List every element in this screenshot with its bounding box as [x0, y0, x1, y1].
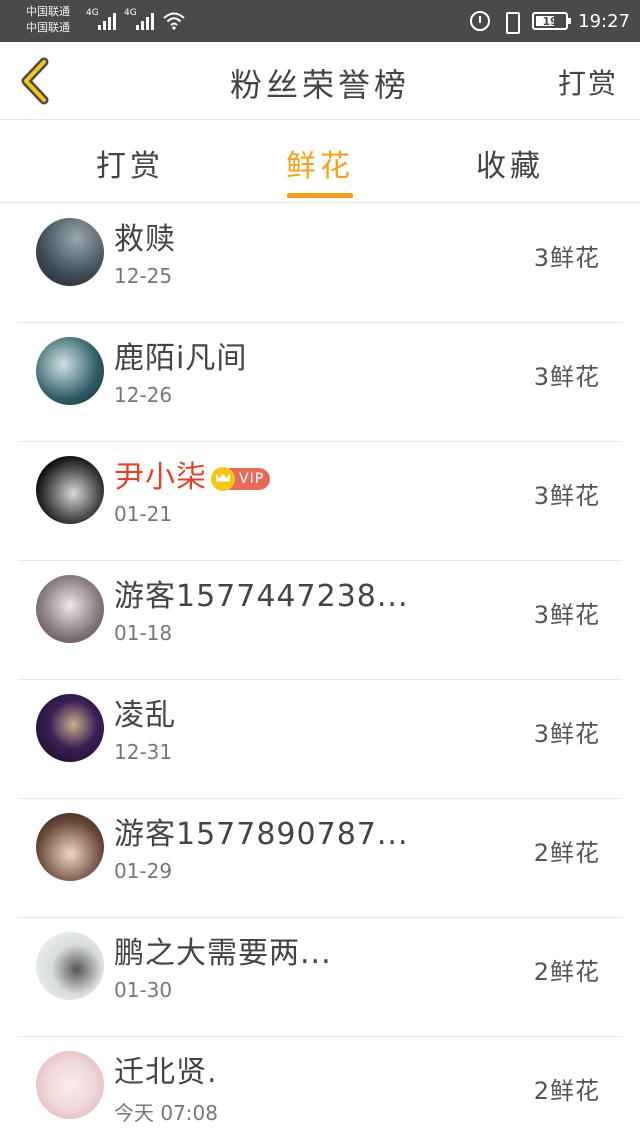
- fan-row[interactable]: 救赎 12-25 3鲜花: [18, 204, 622, 323]
- avatar[interactable]: [36, 694, 104, 762]
- fan-flower-count: 3鲜花: [533, 482, 600, 510]
- fan-name: 凌乱: [114, 698, 176, 733]
- fan-date: 今天 07:08: [114, 1101, 218, 1125]
- fan-name: 迁北贤.: [114, 1055, 218, 1090]
- fan-list: 救赎 12-25 3鲜花 鹿陌i凡间 12-26 3鲜花 尹小柒 VIP 01-2…: [0, 204, 640, 1138]
- fan-date: 12-31: [114, 740, 173, 764]
- network-type-1: 4G: [86, 8, 99, 18]
- fan-flower-count: 2鲜花: [533, 839, 600, 867]
- avatar[interactable]: [36, 575, 104, 643]
- fan-name-vip: 尹小柒 VIP: [114, 452, 271, 496]
- fan-row[interactable]: 凌乱 12-31 3鲜花: [18, 680, 622, 799]
- avatar[interactable]: [36, 337, 104, 405]
- fan-flower-count: 2鲜花: [533, 958, 600, 986]
- crown-icon: [211, 466, 235, 491]
- vibrate-icon: [500, 11, 522, 34]
- nav-bar: 粉丝荣誉榜 打赏: [0, 42, 640, 120]
- avatar[interactable]: [36, 932, 104, 1000]
- tab-reward[interactable]: 打赏: [70, 141, 190, 185]
- carrier-2: 中国联通: [26, 21, 70, 34]
- network-type-2: 4G: [124, 8, 137, 18]
- fan-flower-count: 3鲜花: [533, 720, 600, 748]
- fan-row[interactable]: 鹏之大需要两... 01-30 2鲜花: [18, 918, 622, 1037]
- fan-name: 游客1577447238...: [114, 579, 409, 614]
- reward-button[interactable]: 打赏: [558, 62, 618, 102]
- fan-name: 鹿陌i凡间: [114, 341, 248, 376]
- avatar[interactable]: [36, 1051, 104, 1119]
- fan-date: 01-21: [114, 502, 173, 526]
- fan-name: 游客1577890787...: [114, 817, 409, 852]
- fan-flower-count: 3鲜花: [533, 244, 600, 272]
- status-time: 19:27: [578, 10, 630, 32]
- fan-row[interactable]: 游客1577447238... 01-18 3鲜花: [18, 561, 622, 680]
- signal-icon: [136, 12, 154, 30]
- battery-level: 19: [542, 14, 558, 28]
- fan-flower-count: 2鲜花: [533, 1077, 600, 1105]
- active-tab-indicator: [287, 193, 353, 198]
- fan-name-text: 尹小柒: [114, 460, 207, 495]
- fan-row[interactable]: 尹小柒 VIP 01-21 3鲜花: [18, 442, 622, 561]
- fan-flower-count: 3鲜花: [533, 601, 600, 629]
- wifi-icon: [163, 12, 185, 30]
- avatar[interactable]: [36, 813, 104, 881]
- tab-bar: 打赏 鲜花 收藏: [0, 121, 640, 203]
- fan-date: 01-18: [114, 621, 173, 645]
- carrier-labels: 中国联通 中国联通: [26, 4, 70, 36]
- fan-row[interactable]: 游客1577890787... 01-29 2鲜花: [18, 799, 622, 918]
- status-bar: 中国联通 中国联通 4G 4G 19 19:27: [0, 0, 640, 42]
- fan-date: 01-29: [114, 859, 173, 883]
- page-title: 粉丝荣誉榜: [229, 66, 410, 104]
- alarm-icon: [470, 11, 491, 31]
- battery-icon: 19: [532, 12, 572, 30]
- carrier-1: 中国联通: [26, 5, 70, 18]
- fan-name: 救赎: [114, 222, 176, 257]
- vip-label: VIP: [229, 467, 271, 490]
- vip-badge: VIP: [211, 466, 271, 492]
- avatar[interactable]: [36, 456, 104, 524]
- fan-row[interactable]: 迁北贤. 今天 07:08 2鲜花: [18, 1037, 622, 1138]
- fan-date: 12-25: [114, 264, 173, 288]
- avatar[interactable]: [36, 218, 104, 286]
- fan-name: 鹏之大需要两...: [114, 936, 332, 971]
- tab-flowers[interactable]: 鲜花: [260, 141, 380, 185]
- fan-row[interactable]: 鹿陌i凡间 12-26 3鲜花: [18, 323, 622, 442]
- fan-date: 12-26: [114, 383, 173, 407]
- fan-flower-count: 3鲜花: [533, 363, 600, 391]
- fan-date: 01-30: [114, 978, 173, 1002]
- signal-icon: [98, 12, 116, 30]
- tab-favorites[interactable]: 收藏: [450, 141, 570, 185]
